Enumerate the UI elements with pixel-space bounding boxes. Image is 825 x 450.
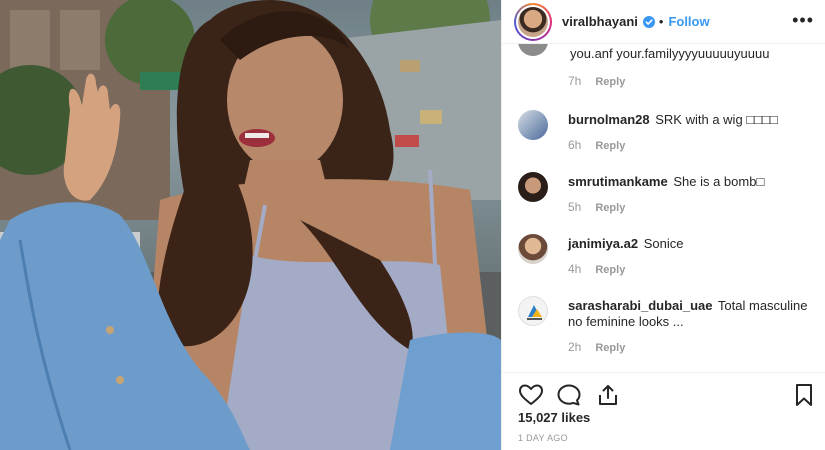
comment-reply-button[interactable]: Reply xyxy=(595,264,625,276)
comment-time[interactable]: 6h xyxy=(568,138,581,152)
comment-username[interactable]: janimiya.a2 xyxy=(568,236,638,251)
comment-avatar[interactable] xyxy=(518,172,548,202)
comment-bubble-icon[interactable] xyxy=(556,383,582,407)
author-avatar-photo xyxy=(518,6,548,37)
post-photo[interactable] xyxy=(0,0,501,450)
comment-text-row: you.anf your.familyyyyuuuuuyuuuu xyxy=(568,46,818,62)
comment-meta: 4h Reply xyxy=(568,262,625,276)
comment-reply-button[interactable]: Reply xyxy=(595,202,625,214)
comment-text: SRK with a wig □□□□ xyxy=(655,112,778,127)
heart-icon[interactable] xyxy=(518,383,544,407)
comment-text: She is a bomb□ xyxy=(673,174,765,189)
comment-avatar[interactable] xyxy=(518,44,548,56)
author-avatar-inner xyxy=(516,4,550,39)
comment-username[interactable]: burnolman28 xyxy=(568,112,650,127)
post-side-panel: viralbhayani • Follow ••• you.anf your.f… xyxy=(501,0,825,450)
comment-text-row: janimiya.a2 Sonice xyxy=(568,236,818,252)
comment-reply-button[interactable]: Reply xyxy=(595,140,625,152)
comment-text: you.anf your.familyyyyuuuuuyuuuu xyxy=(570,46,770,61)
comment-meta: 2h Reply xyxy=(568,340,625,354)
comment-time[interactable]: 5h xyxy=(568,200,581,214)
comment-text-row: smrutimankame She is a bomb□ xyxy=(568,174,818,190)
author-username[interactable]: viralbhayani xyxy=(562,14,638,29)
comment-text: Sonice xyxy=(643,236,684,251)
share-icon[interactable] xyxy=(596,383,620,407)
comment-username[interactable]: smrutimankame xyxy=(568,174,668,189)
post-actions-bar: 15,027 likes 1 DAY AGO xyxy=(502,372,825,450)
comment-avatar[interactable] xyxy=(518,296,548,326)
comment-meta: 7h Reply xyxy=(568,74,625,88)
header-separator-dot: • xyxy=(658,14,664,29)
verified-badge-icon xyxy=(642,15,655,28)
comment-avatar-logo xyxy=(527,305,542,320)
post-header: viralbhayani • Follow ••• xyxy=(502,0,825,44)
bookmark-icon[interactable] xyxy=(794,383,814,407)
comment-text-row: sarasharabi_dubai_uae Total masculine no… xyxy=(568,298,818,330)
comment-text-row: burnolman28 SRK with a wig □□□□ xyxy=(568,112,818,128)
comment-time[interactable]: 7h xyxy=(568,74,581,88)
comment-avatar[interactable] xyxy=(518,234,548,264)
follow-button[interactable]: Follow xyxy=(668,14,709,29)
comment-time[interactable]: 4h xyxy=(568,262,581,276)
post-timestamp[interactable]: 1 DAY AGO xyxy=(518,433,568,443)
more-options-icon[interactable]: ••• xyxy=(792,11,814,29)
comment-meta: 6h Reply xyxy=(568,138,625,152)
likes-count[interactable]: 15,027 likes xyxy=(518,410,590,425)
comments-list[interactable]: you.anf your.familyyyyuuuuuyuuuu 7h Reply… xyxy=(502,44,825,372)
comment-time[interactable]: 2h xyxy=(568,340,581,354)
comment-username[interactable]: sarasharabi_dubai_uae xyxy=(568,298,713,313)
author-avatar[interactable] xyxy=(514,2,552,41)
comment-reply-button[interactable]: Reply xyxy=(595,342,625,354)
comment-avatar[interactable] xyxy=(518,110,548,140)
comment-meta: 5h Reply xyxy=(568,200,625,214)
comment-reply-button[interactable]: Reply xyxy=(595,76,625,88)
post-photo-illustration xyxy=(0,0,501,450)
